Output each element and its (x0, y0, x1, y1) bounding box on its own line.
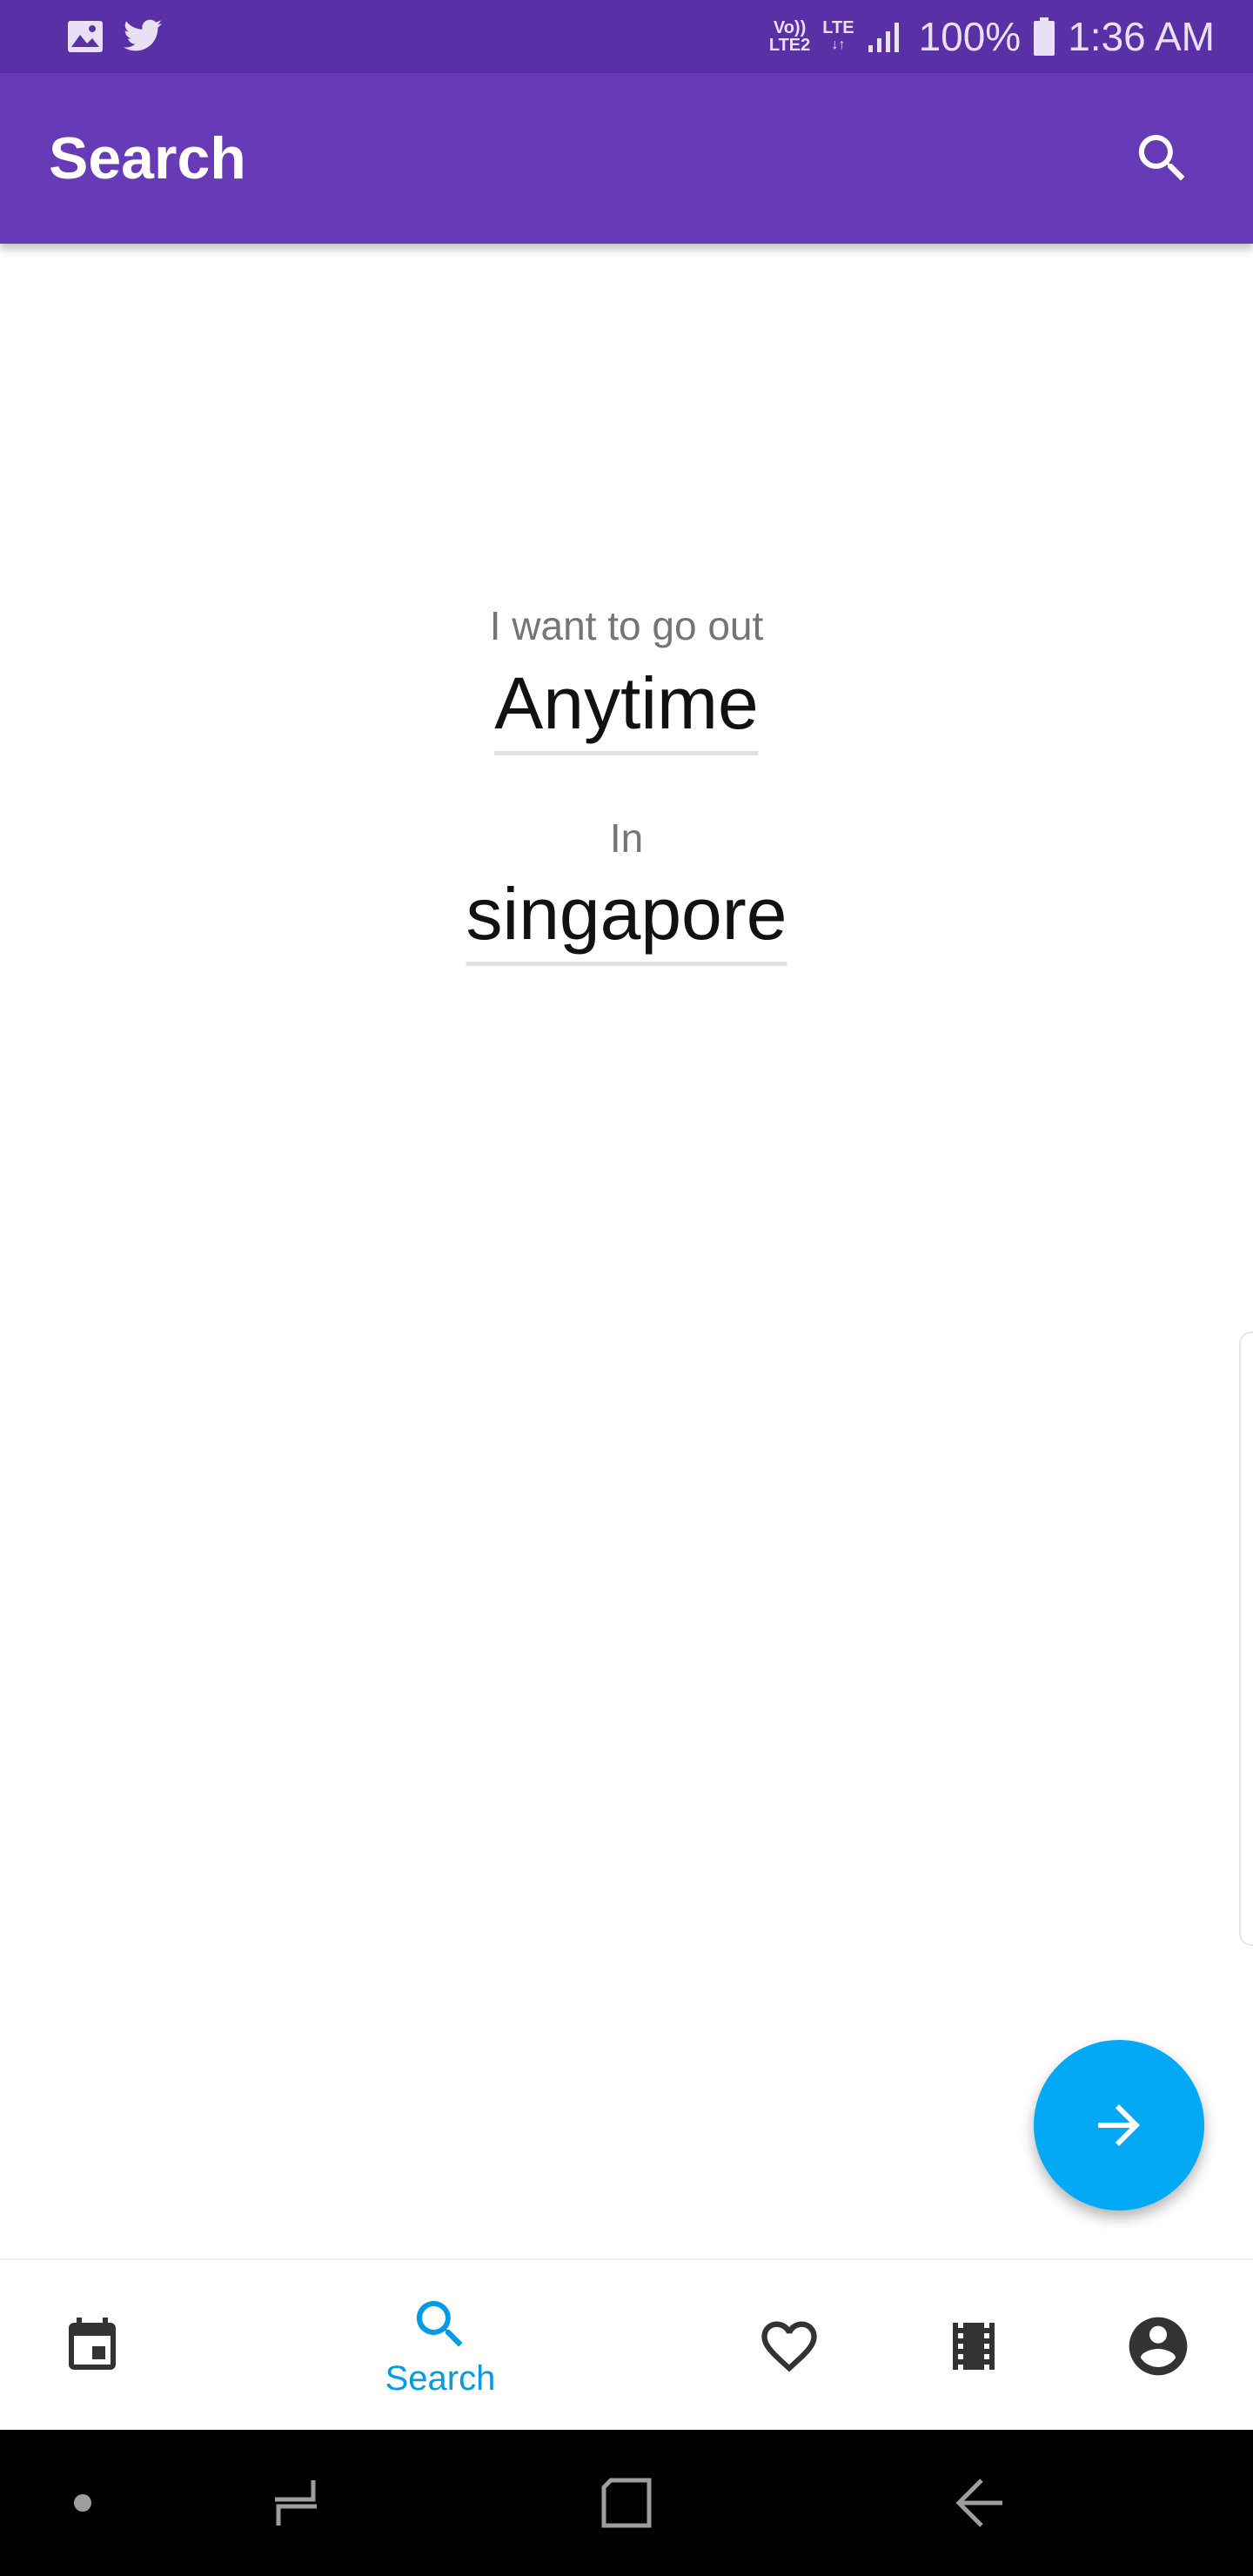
nav-item-favorites[interactable] (707, 2260, 872, 2432)
recents-icon (268, 2475, 324, 2531)
app-bar-search-button[interactable] (1121, 117, 1204, 200)
recents-button[interactable] (244, 2430, 348, 2576)
back-button[interactable] (928, 2430, 1032, 2576)
signal-icon (867, 19, 907, 54)
status-indicators: Vo)) LTE2 LTE ↓↑ 100% 1:36 AM (769, 13, 1215, 60)
arrow-forward-icon (1088, 2094, 1150, 2157)
bottom-navigation: Search (0, 2258, 1253, 2430)
lte-indicator: LTE ↓↑ (822, 19, 854, 54)
nav-dot-button[interactable] (52, 2430, 113, 2576)
search-form: I want to go out Anytime In singapore (0, 244, 1253, 2258)
when-prompt: I want to go out (489, 603, 764, 648)
app-bar: Search (0, 73, 1253, 244)
edge-panel-handle[interactable] (1239, 1332, 1253, 1946)
back-arrow-icon (952, 2475, 1008, 2531)
where-prompt: In (609, 815, 644, 861)
nav-item-calendar[interactable] (0, 2260, 184, 2432)
location-selector[interactable]: singapore (466, 872, 787, 966)
go-fab-button[interactable] (1034, 2040, 1204, 2210)
nav-item-movies[interactable] (891, 2260, 1056, 2432)
lte-label: LTE (822, 18, 854, 37)
twitter-notification-icon (122, 19, 164, 54)
nav-item-account[interactable] (1075, 2260, 1241, 2432)
status-notifications (66, 19, 164, 54)
image-notification-icon (66, 19, 104, 54)
page-title: Search (49, 125, 246, 191)
battery-icon (1033, 17, 1055, 56)
volte-label: Vo)) (773, 18, 807, 37)
search-icon (409, 2293, 472, 2356)
film-icon (942, 2315, 1005, 2378)
home-button[interactable] (574, 2430, 679, 2576)
when-selector[interactable]: Anytime (494, 661, 759, 755)
system-navigation-bar (0, 2430, 1253, 2576)
battery-percent: 100% (918, 14, 1022, 59)
lte2-label: LTE2 (768, 36, 811, 55)
nav-item-search[interactable]: Search (352, 2260, 529, 2432)
heart-icon (756, 2313, 822, 2379)
account-icon (1123, 2311, 1193, 2381)
home-square-icon (599, 2475, 654, 2531)
search-icon (1131, 127, 1194, 190)
volte-indicator: Vo)) LTE2 (769, 19, 810, 54)
status-bar: Vo)) LTE2 LTE ↓↑ 100% 1:36 AM (0, 0, 1253, 73)
calendar-icon (61, 2315, 124, 2378)
status-time: 1:36 AM (1068, 14, 1215, 59)
data-arrows-icon: ↓↑ (831, 37, 846, 52)
nav-label-search: Search (385, 2359, 496, 2398)
dot-icon (72, 2492, 93, 2513)
